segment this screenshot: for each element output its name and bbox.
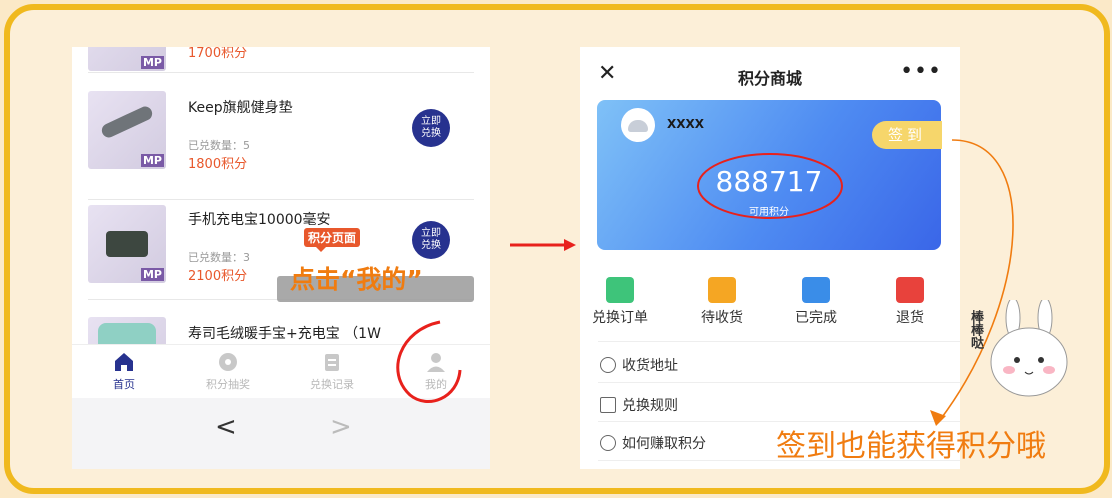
gift-icon [600, 397, 616, 413]
return-icon [896, 277, 924, 303]
tab-home[interactable]: 首页 [84, 351, 164, 392]
info-icon [600, 435, 616, 451]
product-thumbnail: MP [88, 205, 166, 283]
divider [598, 341, 960, 342]
truck-icon [708, 277, 736, 303]
product-points: 1800积分 [188, 157, 248, 172]
points-value: 888717 [715, 165, 823, 198]
list-item[interactable]: 寿司毛绒暖手宝+充电宝 （1W [88, 299, 474, 395]
bottom-tab-bar: 首页 积分抽奖 兑换记录 我的 [72, 344, 490, 399]
tab-mine[interactable]: 我的 [396, 351, 476, 392]
sign-in-button[interactable]: 签到 [872, 121, 942, 149]
product-points: 2100积分 [188, 269, 248, 284]
tab-records[interactable]: 兑换记录 [292, 351, 372, 392]
tab-lottery[interactable]: 积分抽奖 [188, 351, 268, 392]
completed-icon [802, 277, 830, 303]
product-qty: 已兑数量：3 [188, 251, 250, 264]
list-item[interactable]: MP Keep旗舰健身垫 已兑数量：5 1800积分 立即 兑换 [88, 73, 474, 200]
avatar [621, 108, 655, 142]
points-label: 可用积分 [749, 207, 789, 218]
more-button[interactable]: ••• [900, 59, 942, 84]
mp-badge: MP [140, 268, 164, 281]
browser-nav-bar: < > [72, 398, 490, 469]
lottery-icon [219, 353, 237, 371]
redeem-button[interactable]: 立即 兑换 [412, 109, 450, 147]
record-icon [325, 354, 339, 371]
product-title: 寿司毛绒暖手宝+充电宝 （1W [188, 326, 381, 342]
product-title: Keep旗舰健身垫 [188, 100, 293, 116]
return-button[interactable]: 退货 [874, 277, 946, 327]
points-mall-screen: ✕ 积分商城 ••• XXXX 888717 可用积分 签到 兑换订单 待收货 … [580, 47, 960, 469]
user-icon [427, 353, 445, 372]
forward-button[interactable]: > [330, 412, 352, 442]
praise-text: 棒棒哒 [968, 310, 983, 349]
pending-delivery-button[interactable]: 待收货 [686, 277, 758, 327]
completed-button[interactable]: 已完成 [780, 277, 852, 327]
list-item[interactable]: MP 1700积分 [88, 47, 474, 73]
product-thumbnail: MP [88, 47, 166, 71]
exchange-orders-button[interactable]: 兑换订单 [584, 277, 656, 327]
redeem-button[interactable]: 立即 兑换 [412, 221, 450, 259]
divider [598, 382, 960, 383]
product-points: 1700积分 [188, 47, 248, 61]
product-thumbnail: MP [88, 91, 166, 169]
back-button[interactable]: < [215, 412, 237, 442]
mp-badge: MP [140, 56, 164, 69]
exchange-order-icon [606, 277, 634, 303]
menu-rules[interactable]: 兑换规则 [600, 395, 960, 415]
mp-badge: MP [140, 154, 164, 167]
tap-hint: 点击“我的” [290, 265, 423, 294]
location-icon [600, 357, 616, 373]
caption: 签到也能获得积分哦 [776, 429, 1046, 464]
product-qty: 已兑数量：5 [188, 139, 250, 152]
home-icon [115, 353, 133, 371]
menu-address[interactable]: 收货地址 [600, 355, 960, 375]
product-title: 手机充电宝10000毫安 [188, 212, 331, 228]
page-label-bubble: 积分页面 [304, 228, 361, 252]
user-name: XXXX [667, 117, 705, 131]
product-list-screen: MP 1700积分 MP Keep旗舰健身垫 已兑数量：5 1800积分 立即 … [72, 47, 490, 469]
arrow-right-icon [510, 239, 576, 251]
